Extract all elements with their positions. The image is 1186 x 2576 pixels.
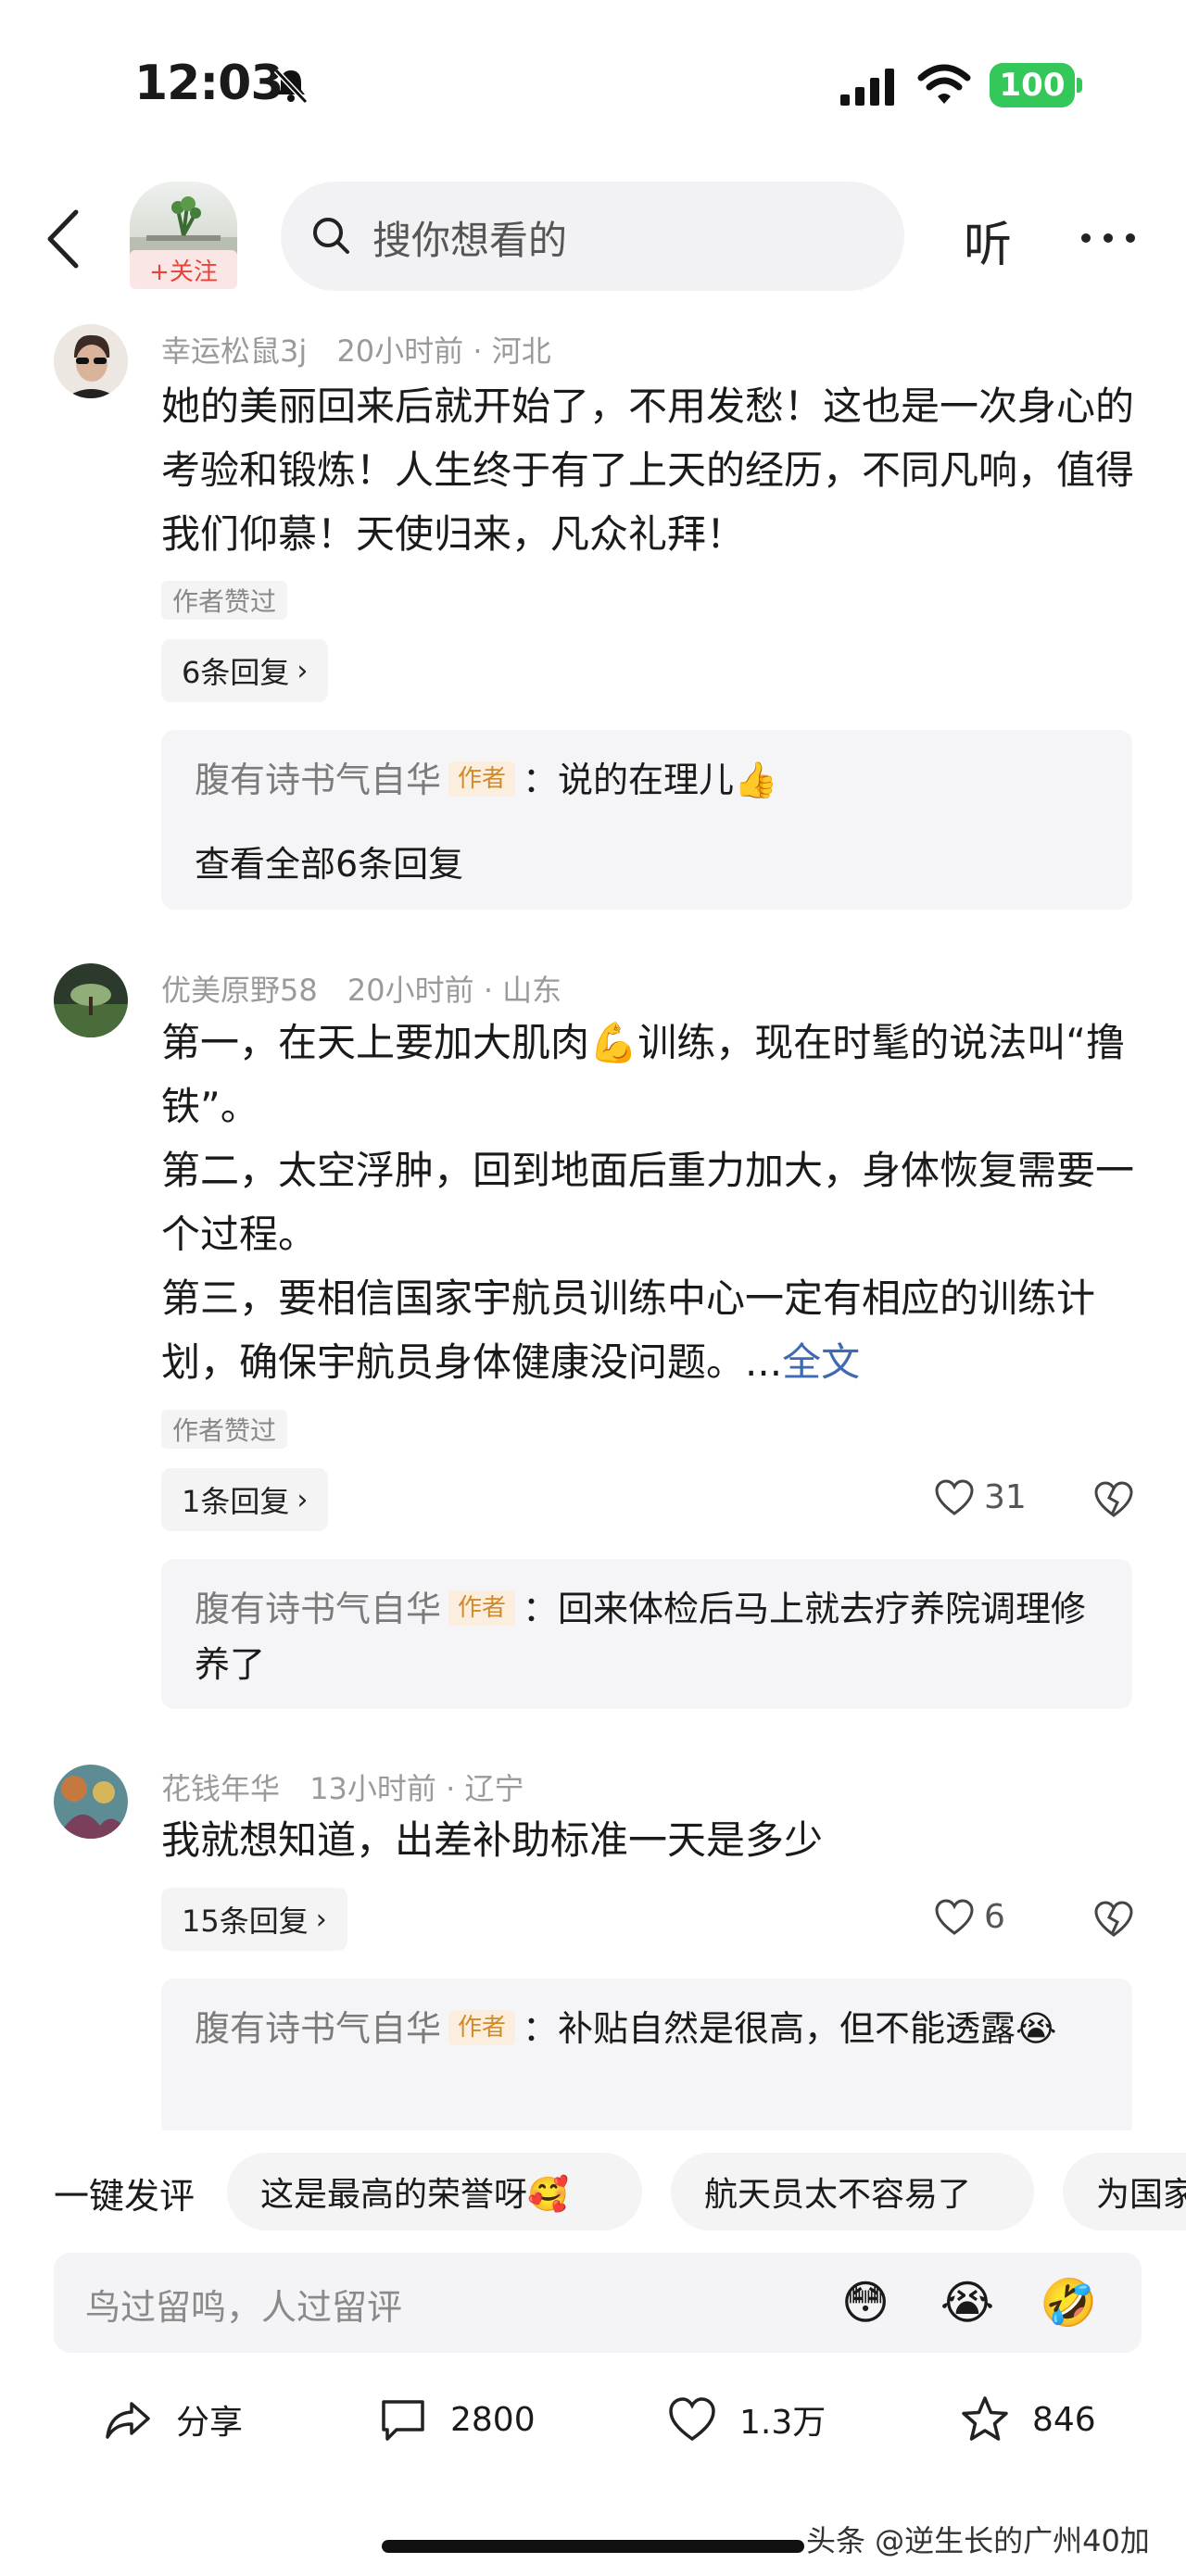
like-post-button[interactable]: 1.3万 [667, 2392, 826, 2447]
quick-comment-chip[interactable]: 航天员太不容易了 [671, 2153, 1034, 2230]
comments-count: 2800 [450, 2400, 536, 2439]
meta-separator: · [473, 973, 503, 1008]
like-count: 31 [984, 1478, 1027, 1516]
share-button[interactable]: 分享 [104, 2392, 243, 2447]
comment-paragraph: 第一，在天上要加大肌肉💪训练，现在时髦的说法叫“撸铁”。 [161, 1020, 1126, 1129]
heart-icon [669, 2397, 715, 2442]
comment-text: 第一，在天上要加大肌肉💪训练，现在时髦的说法叫“撸铁”。 第二，太空浮肿，回到地… [161, 1011, 1143, 1394]
reply-username[interactable]: 腹有诗书气自华 [195, 2008, 441, 2049]
back-arrow-icon[interactable] [44, 208, 82, 270]
comment-paragraph-text: 第三，要相信国家宇航员训练中心一定有相应的训练计划，确保宇航员身体健康没问题。.… [161, 1275, 1096, 1385]
share-label: 分享 [176, 2404, 244, 2442]
person-avatar-icon [54, 324, 128, 398]
commenter-name[interactable]: 花钱年华 [161, 1771, 280, 1806]
comment-meta: 幸运松鼠3j 20小时前 · 河北 [161, 328, 551, 371]
reply-line: 腹有诗书气自华 作者 ：补贴自然是很高，但不能透露😭 [195, 2001, 1112, 2056]
comments-button[interactable]: 2800 [378, 2392, 536, 2447]
likes-count: 1.3万 [739, 2404, 826, 2442]
comment-text: 我就想知道，出差补助标准一天是多少 [161, 1817, 824, 1863]
heart-icon [935, 1898, 974, 1935]
chevron-right-icon: › [296, 654, 309, 687]
wifi-icon [917, 64, 971, 104]
comment-location: 山东 [502, 973, 562, 1008]
like-button[interactable]: 6 [934, 1898, 1005, 1936]
meta-separator: · [435, 1771, 465, 1806]
author-liked-badge: 作者赞过 [161, 581, 288, 620]
follow-button[interactable]: +关注 [130, 250, 237, 289]
replies-count-label: 6条回复 [182, 655, 290, 690]
view-replies-button[interactable]: 1条回复 › [161, 1468, 329, 1531]
search-icon [313, 218, 349, 254]
reply-username[interactable]: 腹有诗书气自华 [195, 1589, 441, 1629]
author-tag: 作者 [448, 761, 516, 797]
search-placeholder: 搜你想看的 [372, 218, 568, 263]
reply-text: ：说的在理儿 [523, 760, 735, 800]
replies-count-label: 1条回复 [182, 1484, 290, 1519]
cellular-signal-icon [840, 69, 894, 106]
meta-separator: · [463, 333, 492, 369]
replies-count-label: 15条回复 [182, 1904, 309, 1939]
listen-button[interactable]: 听 [964, 206, 1012, 275]
more-options-icon[interactable] [1079, 232, 1137, 245]
crying-emoji: 😭 [1016, 2008, 1057, 2049]
reply-username[interactable]: 腹有诗书气自华 [195, 760, 441, 800]
comment-paragraph: 第二，太空浮肿，回到地面后重力加大，身体恢复需要一个过程。 [161, 1148, 1135, 1257]
landscape-avatar-icon [54, 963, 128, 1037]
view-replies-button[interactable]: 6条回复 › [161, 639, 329, 702]
comment-time: 13小时前 [309, 1771, 436, 1806]
commenter-avatar[interactable] [54, 1765, 128, 1839]
share-icon [106, 2402, 150, 2439]
battery-tip [1077, 78, 1082, 93]
battery-indicator: 100 [990, 63, 1075, 107]
thumbs-up-emoji: 👍 [734, 760, 778, 800]
comment-paragraph: 第三，要相信国家宇航员训练中心一定有相应的训练计划，确保宇航员身体健康没问题。.… [161, 1266, 1143, 1394]
reply-line: 腹有诗书气自华 作者 ：回来体检后马上就去疗养院调理修养了 [195, 1581, 1112, 1692]
quick-comment-chip[interactable]: 为国家 [1063, 2153, 1186, 2230]
status-time: 12:03 [134, 56, 284, 111]
comment-text: 她的美丽回来后就开始了，不用发愁！这也是一次身心的考验和锻炼！人生终于有了上天的… [161, 383, 1135, 557]
author-tag: 作者 [448, 2010, 516, 2045]
watermark-text: 头条 @逆生长的广州40加 [806, 2523, 1150, 2558]
favorites-count: 846 [1032, 2400, 1096, 2439]
view-replies-button[interactable]: 15条回复 › [161, 1888, 347, 1951]
comment-icon [382, 2400, 424, 2441]
full-text-link[interactable]: 全文 [782, 1339, 860, 1385]
reply-line: 腹有诗书气自华 作者 ：说的在理儿👍 [195, 752, 1112, 808]
comment-time: 20小时前 [347, 973, 474, 1008]
quick-comment-label: 一键发评 [54, 2176, 196, 2217]
comment-time: 20小时前 [336, 333, 464, 369]
comment-location: 河北 [491, 333, 551, 369]
silent-bell-icon [273, 68, 309, 105]
emoji-shortcut[interactable]: 😭 [939, 2274, 996, 2331]
commenter-name[interactable]: 优美原野58 [161, 973, 318, 1008]
commenter-avatar[interactable] [54, 324, 128, 398]
reply-preview[interactable]: 腹有诗书气自华 作者 ：说的在理儿👍 查看全部6条回复 [161, 730, 1132, 910]
like-button[interactable]: 31 [934, 1478, 1027, 1516]
painting-avatar-icon [54, 1765, 128, 1839]
reply-preview[interactable]: 腹有诗书气自华 作者 ：补贴自然是很高，但不能透露😭 [161, 1979, 1132, 2136]
comment-location: 辽宁 [464, 1771, 524, 1806]
quick-comment-chip[interactable]: 这是最高的荣誉呀🥰 [227, 2153, 642, 2230]
chevron-right-icon: › [296, 1483, 309, 1516]
comment-meta: 花钱年华 13小时前 · 辽宁 [161, 1766, 524, 1808]
dislike-icon[interactable] [1093, 1480, 1134, 1519]
comment-meta: 优美原野58 20小时前 · 山东 [161, 967, 561, 1010]
heart-icon [935, 1478, 974, 1515]
view-all-replies-link[interactable]: 查看全部6条回复 [195, 836, 463, 886]
home-indicator[interactable] [382, 2540, 804, 2553]
author-liked-badge: 作者赞过 [161, 1410, 288, 1449]
emoji-shortcut[interactable]: 🤣 [1040, 2274, 1097, 2331]
favorite-button[interactable]: 846 [960, 2392, 1096, 2447]
author-tag: 作者 [448, 1590, 516, 1626]
comment-input-placeholder: 鸟过留鸣，人过留评 [85, 2287, 403, 2328]
commenter-name[interactable]: 幸运松鼠3j [161, 333, 307, 369]
star-icon [962, 2396, 1008, 2441]
commenter-avatar[interactable] [54, 963, 128, 1037]
emoji-shortcut[interactable]: 😳 [837, 2274, 894, 2331]
dislike-icon[interactable] [1093, 1900, 1134, 1939]
chevron-right-icon: › [315, 1903, 327, 1936]
reply-text: ：补贴自然是很高，但不能透露 [523, 2008, 1016, 2049]
reply-preview[interactable]: 腹有诗书气自华 作者 ：回来体检后马上就去疗养院调理修养了 [161, 1559, 1132, 1709]
like-count: 6 [984, 1898, 1005, 1936]
